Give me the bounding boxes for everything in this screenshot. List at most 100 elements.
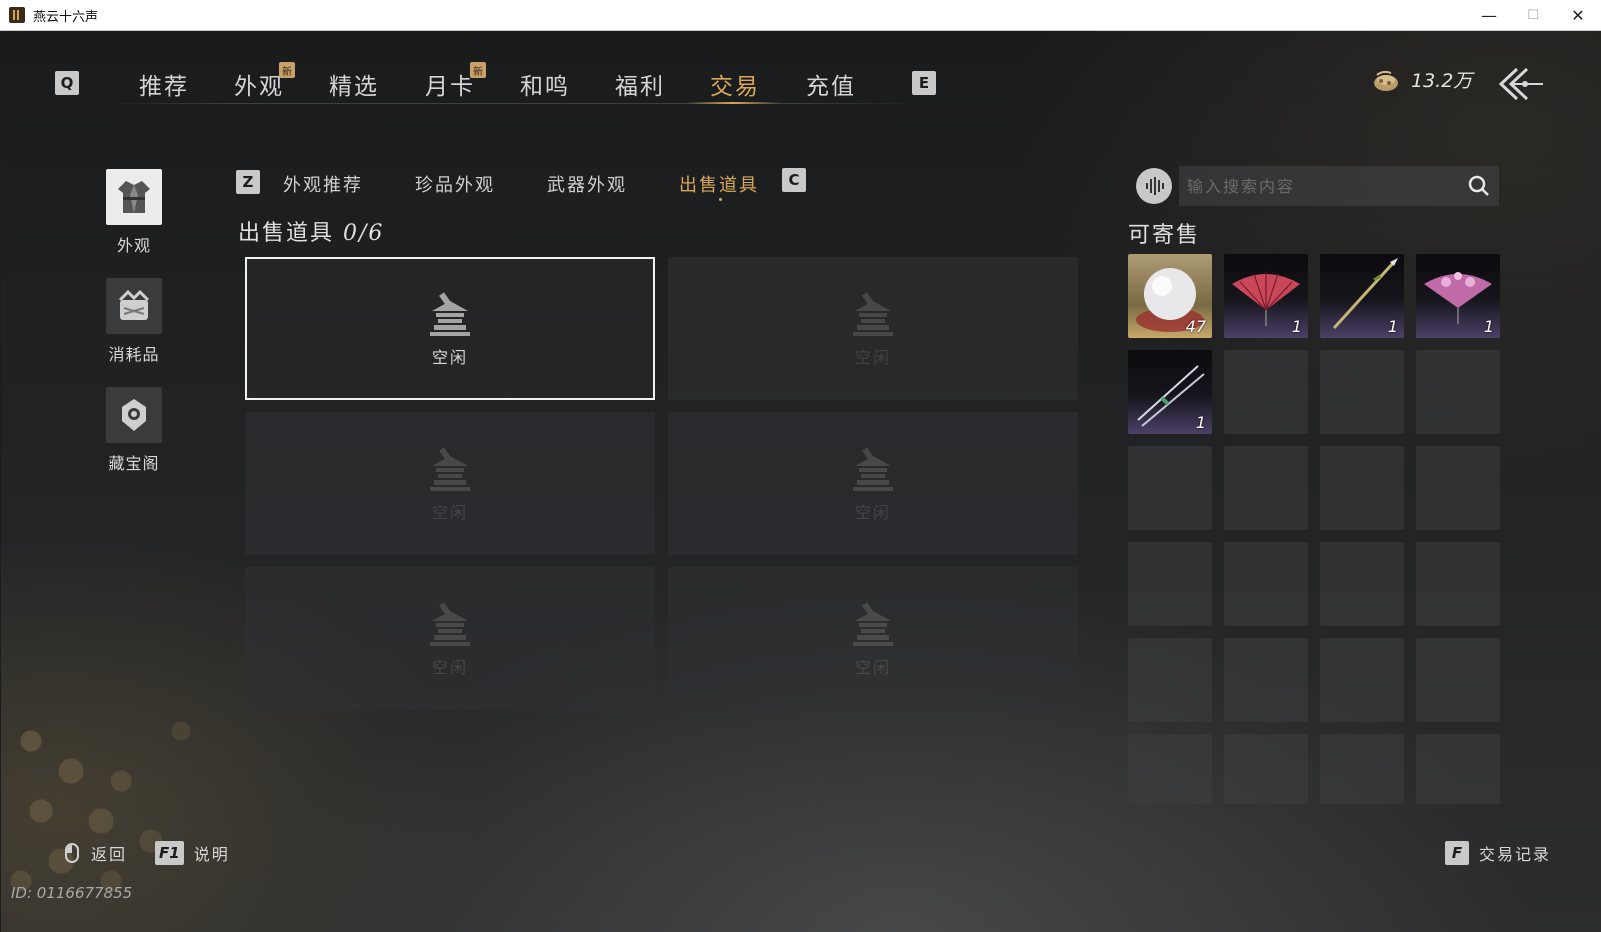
sell-slot[interactable]: 空闲 <box>245 257 655 400</box>
inventory-empty-cell[interactable] <box>1128 734 1212 804</box>
inventory-empty-cell[interactable] <box>1128 638 1212 722</box>
active-tab-indicator <box>685 102 781 104</box>
sidebar-item-label: 消耗品 <box>108 345 160 364</box>
inventory-empty-cell[interactable] <box>1320 638 1404 722</box>
sell-slot[interactable]: 空闲 <box>245 567 655 710</box>
inventory-empty-cell[interactable] <box>1320 350 1404 434</box>
pavilion-icon <box>853 292 893 336</box>
new-badge: 新 <box>470 62 486 78</box>
subtab-rare-appearance[interactable]: 珍品外观 <box>415 171 495 197</box>
sidebar-item-label: 藏宝阁 <box>108 454 160 473</box>
item-quantity: 1 <box>1387 317 1398 336</box>
inventory-empty-cell[interactable] <box>1128 542 1212 626</box>
sell-count: 0/6 <box>343 221 385 246</box>
maximize-button[interactable]: ☐ <box>1510 0 1556 31</box>
slot-label: 空闲 <box>854 503 891 522</box>
player-uid: ID: 0116677855 <box>11 884 133 902</box>
inventory-empty-cell[interactable] <box>1416 446 1500 530</box>
minimize-button[interactable]: — <box>1466 0 1512 31</box>
help-key: F1 <box>155 841 184 865</box>
currency-value: 13.2万 <box>1411 70 1473 92</box>
pavilion-icon <box>430 447 470 491</box>
new-badge: 新 <box>279 62 295 78</box>
back-hint[interactable]: 返回 <box>65 841 127 865</box>
pavilion-icon <box>430 602 470 646</box>
inventory-empty-cell[interactable] <box>1224 446 1308 530</box>
inventory-empty-cell[interactable] <box>1320 446 1404 530</box>
back-arrow-icon[interactable] <box>1497 65 1547 103</box>
active-subtab-dot <box>719 198 722 201</box>
coin-pouch-icon <box>1371 68 1401 92</box>
currency-display: 13.2万 <box>1371 66 1472 93</box>
prev-tab-key[interactable]: Q <box>55 71 79 95</box>
tab-featured[interactable]: 精选 <box>329 67 379 100</box>
tab-appearance[interactable]: 外观 <box>234 67 284 100</box>
inventory-empty-cell[interactable] <box>1224 350 1308 434</box>
inventory-empty-cell[interactable] <box>1416 734 1500 804</box>
inventory-empty-cell[interactable] <box>1224 638 1308 722</box>
subtab-appearance-recommend[interactable]: 外观推荐 <box>283 171 363 197</box>
item-quantity: 47 <box>1185 317 1206 336</box>
sidebar-item-treasure-pavilion[interactable]: 藏宝阁 <box>105 387 163 474</box>
close-button[interactable]: ✕ <box>1555 0 1601 31</box>
tab-trade[interactable]: 交易 <box>710 67 760 100</box>
inventory-empty-cell[interactable] <box>1224 734 1308 804</box>
top-nav: Q 推荐 外观 新 精选 月卡 新 和鸣 福利 交易 充值 E 13.2万 <box>1 31 1601 121</box>
pavilion-icon <box>853 447 893 491</box>
tab-recharge[interactable]: 充值 <box>806 67 856 100</box>
consignable-title: 可寄售 <box>1128 223 1201 248</box>
tab-monthly-card[interactable]: 月卡 <box>425 67 475 100</box>
trade-history-hint[interactable]: F 交易记录 <box>1445 841 1551 865</box>
search-input[interactable] <box>1179 176 1449 196</box>
treasure-icon <box>106 387 162 443</box>
inventory-empty-cell[interactable] <box>1224 542 1308 626</box>
inventory-empty-cell[interactable] <box>1320 734 1404 804</box>
inventory-item-red-fan[interactable]: 1 <box>1224 254 1308 338</box>
item-quantity: 1 <box>1483 317 1494 336</box>
help-label: 说明 <box>193 845 230 864</box>
subtab-sell-items[interactable]: 出售道具 <box>679 171 759 197</box>
nav-divider <box>101 103 921 104</box>
history-label: 交易记录 <box>1479 845 1552 864</box>
next-subtab-key[interactable]: C <box>782 168 806 192</box>
inventory-item-pink-fan[interactable]: 1 <box>1416 254 1500 338</box>
sell-title: 出售道具 <box>238 221 335 246</box>
inventory-empty-cell[interactable] <box>1128 446 1212 530</box>
back-label: 返回 <box>91 845 128 864</box>
search-icon[interactable] <box>1467 174 1491 198</box>
inventory-empty-cell[interactable] <box>1320 542 1404 626</box>
help-hint[interactable]: F1 说明 <box>155 841 230 865</box>
pavilion-icon <box>853 602 893 646</box>
inventory-empty-cell[interactable] <box>1416 542 1500 626</box>
sidebar-item-label: 外观 <box>116 236 151 255</box>
history-key: F <box>1445 841 1469 865</box>
sell-slot[interactable]: 空闲 <box>245 412 655 555</box>
inventory-item-twin-blades[interactable]: 1 <box>1128 350 1212 434</box>
subtab-weapon-appearance[interactable]: 武器外观 <box>547 171 627 197</box>
inventory-empty-cell[interactable] <box>1416 638 1500 722</box>
voice-search-button[interactable] <box>1136 168 1172 204</box>
mouse-icon <box>65 843 79 863</box>
slot-label: 空闲 <box>431 658 468 677</box>
inventory-item-pearl[interactable]: 47 <box>1128 254 1212 338</box>
game-viewport: Q 推荐 外观 新 精选 月卡 新 和鸣 福利 交易 充值 E 13.2万 外观… <box>1 31 1601 932</box>
tab-welfare[interactable]: 福利 <box>615 67 665 100</box>
slot-label: 空闲 <box>854 658 891 677</box>
prev-subtab-key[interactable]: Z <box>236 170 260 194</box>
sidebar-item-appearance[interactable]: 外观 <box>105 169 163 256</box>
sell-slot[interactable]: 空闲 <box>668 257 1078 400</box>
bundle-icon <box>106 278 162 334</box>
tab-harmony[interactable]: 和鸣 <box>520 67 570 100</box>
sell-slot[interactable]: 空闲 <box>668 567 1078 710</box>
tab-recommend[interactable]: 推荐 <box>139 67 189 100</box>
inventory-item-spear[interactable]: 1 <box>1320 254 1404 338</box>
sell-slot[interactable]: 空闲 <box>668 412 1078 555</box>
robe-icon <box>106 169 162 225</box>
slot-label: 空闲 <box>431 503 468 522</box>
inventory-grid: 47 1 1 1 1 <box>1128 254 1504 818</box>
sidebar-item-consumables[interactable]: 消耗品 <box>105 278 163 365</box>
slot-label: 空闲 <box>431 348 468 367</box>
window-title: 燕云十六声 <box>33 9 99 25</box>
next-tab-key[interactable]: E <box>912 71 936 95</box>
inventory-empty-cell[interactable] <box>1416 350 1500 434</box>
